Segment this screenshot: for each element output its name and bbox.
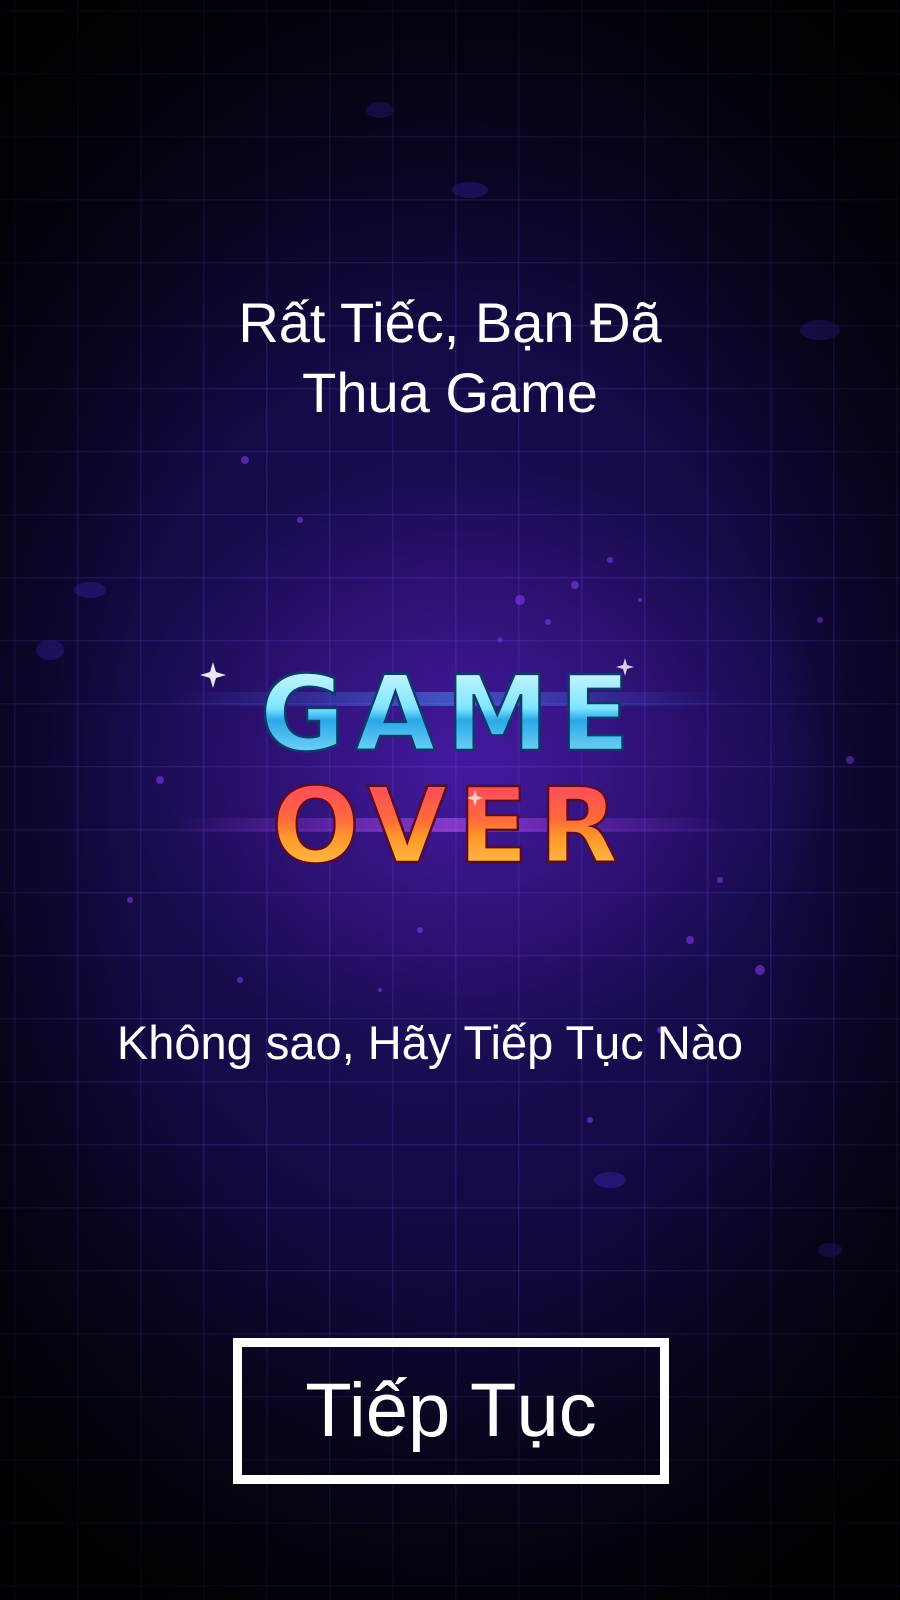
page-title: Rất Tiếc, Bạn Đã Thua Game [0, 288, 900, 428]
logo-over-text: OVER [271, 765, 628, 887]
logo-game-text: GAME [260, 653, 640, 775]
subtitle-message: Không sao, Hãy Tiếp Tục Nào [116, 1016, 744, 1069]
title-line-1: Rất Tiếc, Bạn Đã [238, 291, 662, 354]
game-over-logo: GAME OVER [175, 652, 725, 888]
continue-button[interactable]: Tiếp Tục [233, 1338, 669, 1484]
game-over-screen: Rất Tiếc, Bạn Đã Thua Game GAME OVER Khô… [0, 0, 900, 1600]
title-line-2: Thua Game [302, 361, 598, 424]
